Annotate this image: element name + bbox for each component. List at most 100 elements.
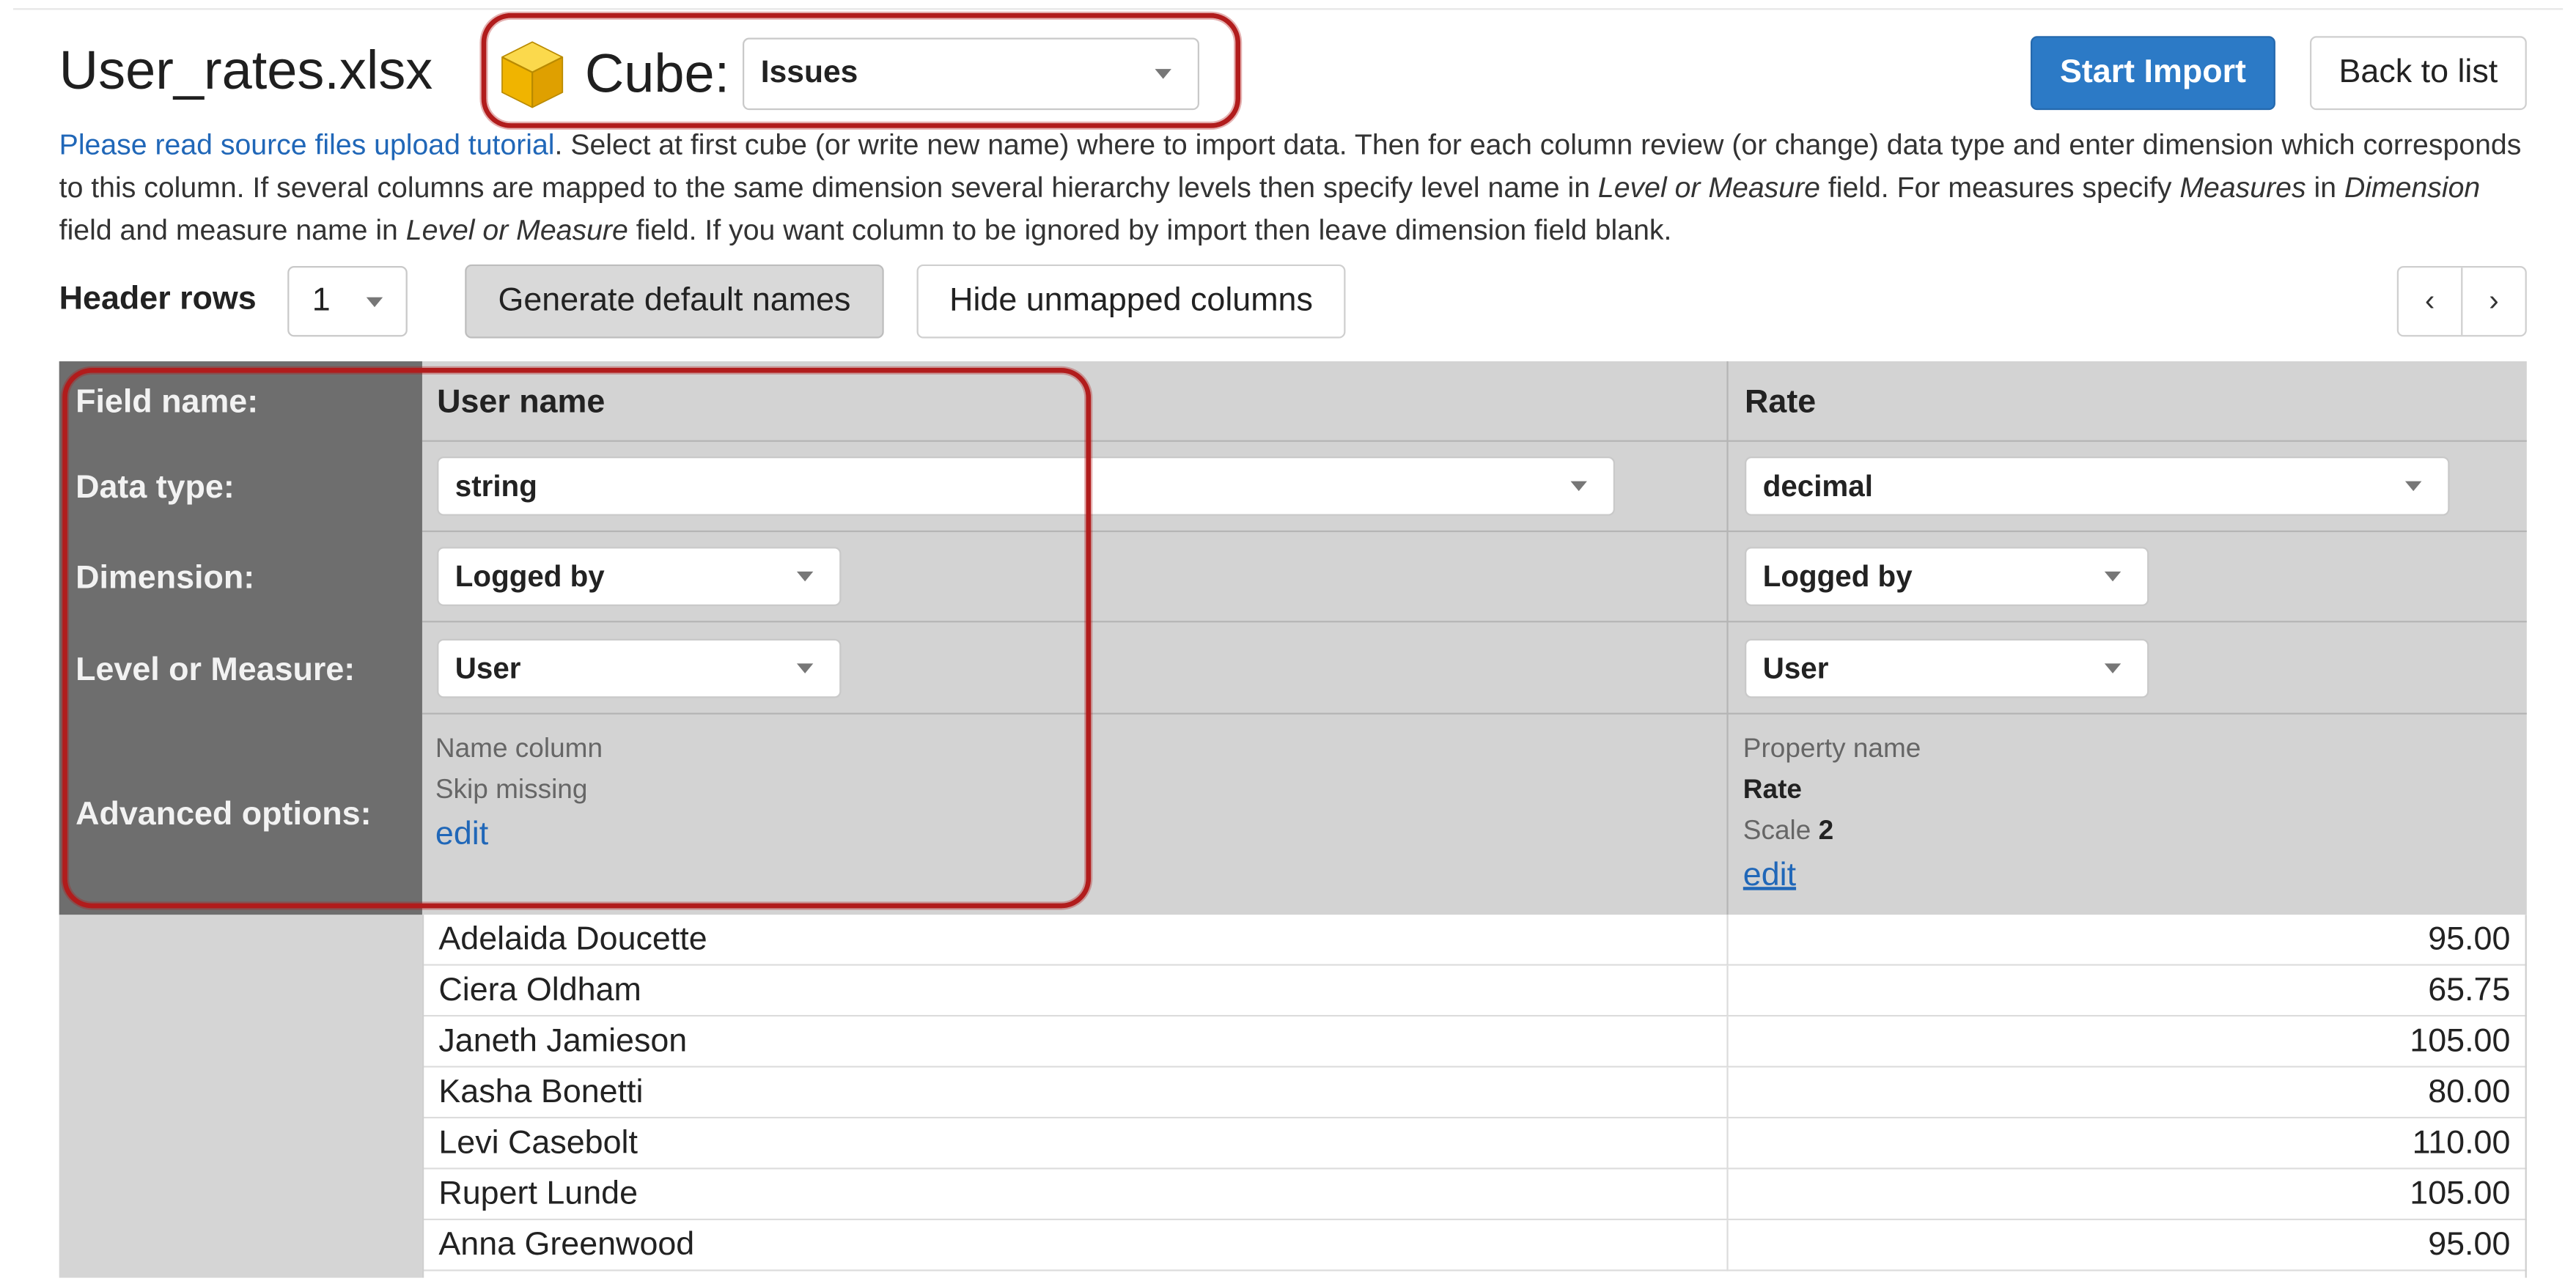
column-1-advanced-options: Name column Skip missing edit	[435, 729, 603, 856]
grid-divider	[422, 712, 2527, 715]
cube-select-value: Issues	[760, 56, 858, 91]
mapping-area	[422, 361, 2527, 915]
dimension-value: Logged by	[1762, 559, 1913, 592]
back-to-list-button[interactable]: Back to list	[2309, 36, 2527, 111]
table-row: Anna Greenwood 95.00	[422, 1220, 2527, 1271]
table-row: Levi Casebolt 110.00	[422, 1118, 2527, 1170]
instructions-italic: Dimension	[2344, 171, 2481, 204]
cell-divider	[1726, 1169, 1729, 1221]
table-row: Ciera Oldham 65.75	[422, 965, 2527, 1017]
instructions-part: field and measure name in	[59, 213, 406, 247]
cell-divider	[1726, 965, 1729, 1017]
instructions-italic: Level or Measure	[405, 213, 628, 247]
caret-down-icon	[1155, 69, 1172, 79]
cell-divider	[1726, 1067, 1729, 1119]
user-name-cell: Ciera Oldham	[438, 972, 641, 1009]
rate-cell: 80.00	[2428, 1074, 2511, 1110]
data-type-value: decimal	[1762, 468, 1873, 502]
column-1-dimension-select[interactable]: Logged by	[437, 547, 842, 606]
data-type-value: string	[455, 468, 537, 502]
row-labels-filler	[59, 915, 422, 1278]
dimension-label: Dimension:	[76, 560, 255, 597]
header-rows-label: Header rows	[59, 281, 257, 317]
column-1-field-name[interactable]: User name	[437, 384, 605, 422]
level-value: User	[455, 651, 521, 684]
caret-down-icon	[796, 571, 814, 582]
rate-cell: 105.00	[2410, 1023, 2511, 1060]
caret-down-icon	[1570, 481, 1587, 492]
table-row: Rupert Lunde 105.00	[422, 1169, 2527, 1221]
user-name-cell: Levi Casebolt	[438, 1125, 638, 1162]
header-rows-select[interactable]: 1	[287, 266, 408, 337]
caret-down-icon	[366, 296, 383, 306]
column-2-data-type-select[interactable]: decimal	[1745, 457, 2450, 516]
cell-divider	[1726, 1016, 1729, 1068]
instructions-part: field. If you want column to be ignored …	[628, 213, 1672, 247]
column-1-data-type-select[interactable]: string	[437, 457, 1616, 516]
grid-divider	[422, 440, 2527, 442]
cube-select[interactable]: Issues	[743, 37, 1200, 111]
skip-missing-option: Skip missing	[435, 775, 588, 805]
generate-default-names-button[interactable]: Generate default names	[465, 264, 884, 339]
user-name-cell: Janeth Jamieson	[438, 1023, 688, 1060]
cube-selector-group: Cube: Issues	[496, 29, 1200, 118]
column-2-field-name[interactable]: Rate	[1745, 384, 1816, 422]
level-or-measure-label: Level or Measure:	[76, 651, 356, 689]
instructions-italic: Measures	[2179, 171, 2306, 204]
field-name-label: Field name:	[76, 384, 259, 421]
cell-divider	[1726, 915, 1729, 966]
table-row: Kasha Bonetti 80.00	[422, 1067, 2527, 1119]
scale-value: 2	[1818, 816, 1834, 846]
import-mapping-page: User_rates.xlsx Cube: Issues Start Impor…	[0, 0, 2576, 1281]
column-2-advanced-options: Property name Rate Scale 2 edit	[1743, 729, 1921, 897]
data-preview-rows: Adelaida Doucette 95.00 Ciera Oldham 65.…	[422, 915, 2527, 1271]
user-name-cell: Rupert Lunde	[438, 1175, 639, 1212]
hide-unmapped-columns-button[interactable]: Hide unmapped columns	[916, 264, 1346, 339]
scale-option: Scale 2	[1743, 811, 1921, 852]
header-rows-value: 1	[312, 282, 331, 319]
scale-label: Scale	[1743, 816, 1811, 846]
rate-cell: 95.00	[2428, 921, 2511, 958]
cube-label: Cube:	[584, 43, 730, 104]
cube-icon	[501, 41, 564, 108]
top-border	[12, 8, 2564, 10]
column-divider	[1726, 361, 1729, 915]
cell-divider	[1726, 1118, 1729, 1170]
caret-down-icon	[796, 663, 814, 673]
user-name-cell: Kasha Bonetti	[438, 1074, 644, 1110]
cell-divider	[1726, 1220, 1729, 1271]
advanced-options-label: Advanced options:	[76, 796, 372, 833]
column-1-edit-link[interactable]: edit	[435, 815, 603, 856]
instructions-part: in	[2305, 171, 2344, 204]
caret-down-icon	[2104, 663, 2121, 673]
previous-page-button[interactable]: ‹	[2399, 267, 2463, 336]
table-row: Janeth Jamieson 105.00	[422, 1016, 2527, 1068]
rate-cell: 95.00	[2428, 1227, 2511, 1263]
rate-cell: 105.00	[2410, 1175, 2511, 1212]
instructions-part: field. For measures specify	[1819, 171, 2180, 204]
rate-cell: 65.75	[2428, 972, 2511, 1009]
upload-tutorial-link[interactable]: Please read source files upload tutorial	[59, 128, 555, 161]
caret-down-icon	[2104, 571, 2121, 582]
user-name-cell: Adelaida Doucette	[438, 921, 707, 958]
instructions-italic: Level or Measure	[1597, 171, 1820, 204]
user-name-cell: Anna Greenwood	[438, 1227, 695, 1263]
next-page-button[interactable]: ›	[2462, 267, 2525, 335]
column-1-level-select[interactable]: User	[437, 638, 842, 698]
column-mapping-grid: Field name: Data type: Dimension: Level …	[59, 361, 2527, 1278]
caret-down-icon	[2404, 481, 2422, 492]
property-name-option: Property name	[1743, 734, 1921, 764]
start-import-button[interactable]: Start Import	[2030, 36, 2275, 111]
level-value: User	[1762, 651, 1829, 684]
dimension-value: Logged by	[455, 559, 605, 592]
grid-divider	[422, 530, 2527, 533]
column-2-edit-link[interactable]: edit	[1743, 856, 1921, 897]
table-row: Adelaida Doucette 95.00	[422, 915, 2527, 966]
column-2-level-select[interactable]: User	[1745, 638, 2149, 698]
row-labels-column: Field name: Data type: Dimension: Level …	[59, 361, 422, 915]
property-name-value: Rate	[1743, 775, 1802, 805]
column-pager: ‹ ›	[2396, 266, 2527, 337]
grid-divider	[422, 621, 2527, 623]
rate-cell: 110.00	[2412, 1125, 2511, 1162]
column-2-dimension-select[interactable]: Logged by	[1745, 547, 2149, 606]
